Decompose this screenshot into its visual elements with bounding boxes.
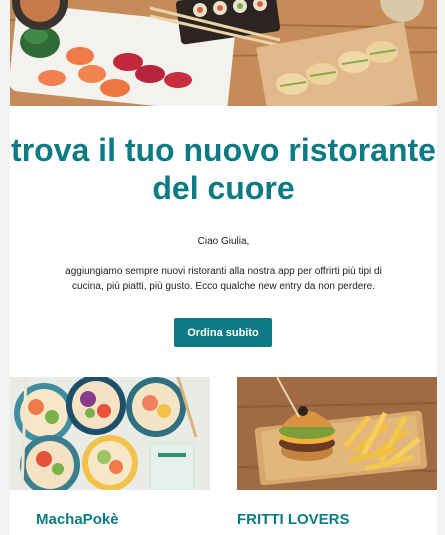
restaurant-name[interactable]: FRITTI LOVERS (237, 511, 437, 528)
card-gutter (210, 364, 237, 535)
order-now-button[interactable]: Ordina subito (174, 318, 272, 347)
restaurant-card-machapoke[interactable]: MachaPokè (10, 377, 210, 528)
page-title: trova il tuo nuovo ristorante del cuore (11, 132, 436, 206)
burger-and-fries-image (237, 377, 437, 490)
greeting-text: Ciao Giulia, (197, 236, 250, 247)
poke-bowls-image (10, 377, 210, 490)
restaurant-name[interactable]: MachaPokè (10, 511, 210, 528)
hero-image (10, 0, 437, 106)
email-body: trova il tuo nuovo ristorante del cuore … (10, 0, 437, 535)
intro-paragraph: aggiungiamo sempre nuovi ristoranti alla… (65, 266, 382, 292)
restaurant-card-fritti-lovers[interactable]: FRITTI LOVERS (237, 377, 437, 528)
